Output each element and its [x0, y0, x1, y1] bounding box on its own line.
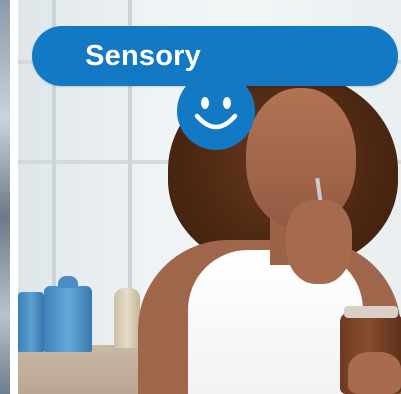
blue-canister: [18, 292, 44, 352]
hand-holding-jar: [348, 352, 401, 394]
smiley-face-icon: [177, 72, 255, 150]
blue-canister: [44, 276, 92, 352]
image-frame: Sensory: [0, 0, 401, 394]
ceramic-jug: [114, 288, 140, 348]
woman-hand: [286, 200, 352, 284]
category-label: Sensory: [85, 39, 201, 72]
smiley-face-icon: [194, 97, 238, 130]
